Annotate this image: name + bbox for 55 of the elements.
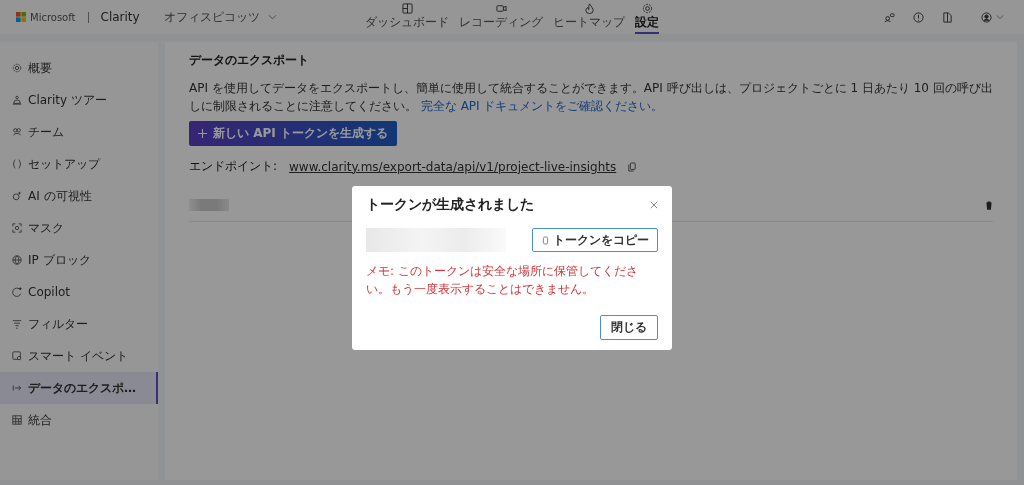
sidebar-item[interactable]: 統合 — [0, 404, 158, 436]
dialog-title: トークンが生成されました — [366, 196, 534, 214]
endpoint-label: エンドポイント: — [189, 158, 278, 175]
nav-tab[interactable]: レコーディング — [459, 0, 543, 34]
mask-icon — [12, 223, 22, 233]
endpoint-link[interactable]: www.clarity.ms/export-data/api/v1/project-live-insights — [289, 159, 617, 174]
people-icon[interactable] — [884, 11, 895, 23]
sidebar-item[interactable]: マスク — [0, 212, 158, 244]
filter-icon — [12, 319, 22, 329]
description-text: API を使用してデータをエクスポートし、簡単に使用して統合することができます。API 呼び出しは、プロジェクトごとに 1 日あたり 10 回の呼び出しに制限されることに注意してください。 完全な API ドキュメントをご確認ください。 — [189, 80, 993, 115]
export-icon — [12, 383, 22, 393]
sidebar-item[interactable]: チーム — [0, 116, 158, 148]
product-name: Clarity — [100, 10, 140, 24]
redacted-token — [189, 199, 229, 211]
help-icon[interactable] — [913, 11, 924, 23]
dashboard-icon — [401, 3, 413, 14]
generate-token-button[interactable]: 新しい API トークンを生成する — [189, 121, 397, 146]
warning-note: メモ: このトークンは安全な場所に保管してください。もう一度表示することはできません。 — [366, 263, 639, 298]
grid-icon — [12, 415, 22, 425]
document-icon[interactable] — [942, 11, 953, 23]
sidebar-item[interactable]: Clarity ツアー — [0, 84, 158, 116]
copy-icon — [541, 235, 549, 245]
trash-icon[interactable] — [985, 200, 993, 210]
chevron-icon — [267, 14, 277, 20]
user-icon — [981, 11, 992, 23]
gear-icon — [12, 63, 22, 73]
documentation-link[interactable]: 完全な API ドキュメントをご確認ください。 — [420, 99, 664, 113]
nav-tab[interactable]: ヒートマップ — [553, 0, 625, 34]
project-dropdown[interactable]: オフィスピコッツ — [163, 8, 277, 26]
sidebar-item[interactable]: AI の可視性 — [0, 180, 158, 212]
close-button[interactable]: 閉じる — [600, 315, 658, 340]
flame-icon — [583, 3, 595, 14]
copy-icon[interactable] — [628, 161, 637, 172]
sidebar-item[interactable]: スマート イベント — [0, 340, 158, 372]
chevron-icon — [996, 14, 1004, 20]
sidebar-item[interactable]: 概要 — [0, 52, 158, 84]
sidebar-item[interactable]: フィルター — [0, 308, 158, 340]
close-icon[interactable] — [650, 201, 658, 209]
gear-icon — [641, 3, 653, 14]
account-menu[interactable] — [981, 11, 1004, 23]
globe-icon — [12, 255, 22, 265]
video-icon — [495, 3, 507, 14]
nav-tab[interactable]: 設定 — [635, 0, 659, 34]
sidebar-item[interactable]: セットアップ — [0, 148, 158, 180]
sidebar-item[interactable]: Copilot — [0, 276, 158, 308]
sidebar-item[interactable]: IP ブロック — [0, 244, 158, 276]
plus-icon — [198, 129, 207, 138]
logo-icon — [16, 12, 26, 22]
sidebar-item[interactable]: データのエクスポ… — [0, 372, 158, 404]
copy-token-button[interactable]: トークンをコピー — [532, 228, 658, 252]
brand-name: Microsoft — [30, 11, 76, 23]
braces-icon — [12, 159, 22, 169]
team-icon — [12, 127, 22, 137]
page-title: データのエクスポート — [189, 52, 310, 69]
nav-tab[interactable]: ダッシュボード — [365, 0, 449, 34]
